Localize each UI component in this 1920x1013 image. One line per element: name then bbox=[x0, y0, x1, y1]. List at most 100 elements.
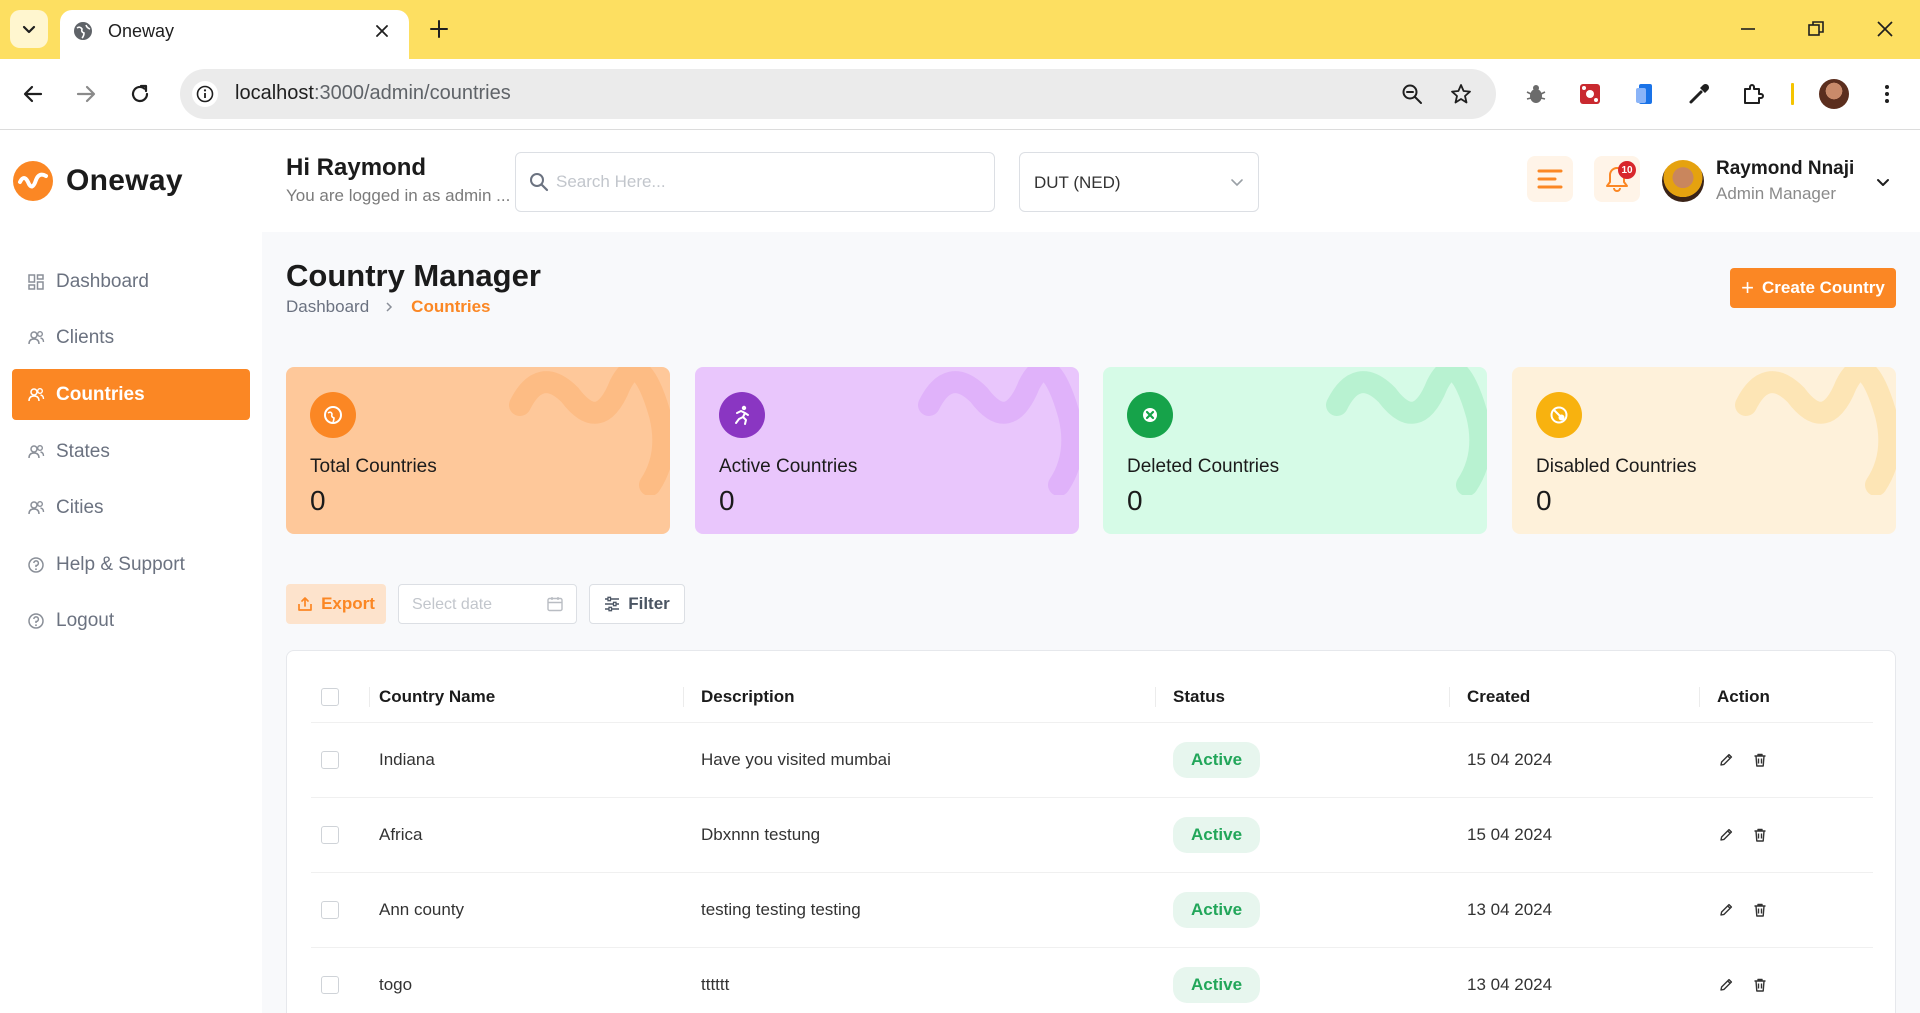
country-name-cell: Indiana bbox=[379, 750, 435, 769]
action-cell bbox=[1699, 901, 1873, 919]
date-placeholder: Select date bbox=[412, 596, 493, 613]
stat-card-total: Total Countries 0 bbox=[286, 367, 670, 534]
date-picker[interactable]: Select date bbox=[398, 584, 577, 624]
more-menu-icon[interactable] bbox=[1871, 78, 1903, 110]
filter-label: Filter bbox=[628, 594, 670, 613]
app-root: Oneway Dashboard Clients Countries State… bbox=[0, 130, 1920, 1013]
extensions-puzzle-icon[interactable] bbox=[1737, 78, 1769, 110]
url-path: :3000/admin/countries bbox=[313, 82, 511, 104]
header-cell-country-name[interactable]: Country Name bbox=[369, 671, 683, 723]
color-picker-icon[interactable] bbox=[1683, 78, 1715, 110]
calendar-icon bbox=[547, 597, 563, 612]
create-country-button[interactable]: + Create Country bbox=[1730, 268, 1896, 308]
tab-close-button[interactable] bbox=[369, 18, 395, 44]
row-checkbox[interactable] bbox=[321, 826, 339, 844]
currency-select[interactable]: DUT (NED) bbox=[1019, 152, 1259, 212]
disabled-icon bbox=[1536, 392, 1582, 438]
url-host: localhost bbox=[235, 82, 314, 104]
export-icon bbox=[297, 596, 313, 612]
minimize-button[interactable] bbox=[1733, 14, 1763, 44]
row-checkbox[interactable] bbox=[321, 976, 339, 994]
chevron-down-icon[interactable] bbox=[1873, 172, 1893, 192]
bookmark-star-icon[interactable] bbox=[1448, 81, 1474, 107]
arrow-right-icon bbox=[76, 85, 96, 103]
filter-button[interactable]: Filter bbox=[589, 584, 685, 624]
tab-title: Oneway bbox=[108, 21, 175, 41]
sliders-icon bbox=[604, 596, 620, 612]
forward-button[interactable] bbox=[68, 76, 104, 112]
greeting-subtitle: You are logged in as admin ... bbox=[286, 186, 511, 205]
delete-icon[interactable] bbox=[1751, 826, 1769, 844]
sidebar-item-label: Clients bbox=[56, 326, 115, 348]
new-tab-button[interactable] bbox=[424, 14, 454, 44]
menu-icon bbox=[1537, 169, 1563, 189]
notifications-button[interactable]: 10 bbox=[1594, 156, 1640, 202]
stat-card-disabled: Disabled Countries 0 bbox=[1512, 367, 1896, 534]
address-bar[interactable]: localhost:3000/admin/countries bbox=[180, 69, 1496, 119]
sidebar-item-help-support[interactable]: Help & Support bbox=[12, 539, 250, 590]
row-checkbox[interactable] bbox=[321, 751, 339, 769]
edit-icon[interactable] bbox=[1717, 976, 1735, 994]
restore-icon bbox=[1808, 21, 1824, 36]
stat-label: Active Countries bbox=[719, 456, 858, 477]
browser-tab[interactable]: Oneway bbox=[60, 10, 409, 59]
user-role: Admin Manager bbox=[1716, 184, 1837, 203]
header-cell-status[interactable]: Status bbox=[1155, 671, 1449, 723]
edit-icon[interactable] bbox=[1717, 826, 1735, 844]
delete-icon[interactable] bbox=[1751, 751, 1769, 769]
zoom-icon[interactable] bbox=[1399, 81, 1425, 107]
avatar[interactable] bbox=[1662, 160, 1704, 202]
reload-icon bbox=[131, 84, 149, 103]
country-name-cell: togo bbox=[379, 975, 413, 994]
sidebar-item-countries[interactable]: Countries bbox=[12, 369, 250, 420]
greeting: Hi Raymond You are logged in as admin ..… bbox=[286, 154, 510, 206]
back-button[interactable] bbox=[15, 76, 51, 112]
profile-avatar[interactable] bbox=[1819, 79, 1849, 109]
search-input[interactable] bbox=[556, 165, 976, 199]
url-text: localhost:3000/admin/countries bbox=[235, 82, 511, 105]
stat-value: 0 bbox=[310, 485, 326, 516]
red-extension-icon[interactable] bbox=[1574, 78, 1606, 110]
export-button[interactable]: Export bbox=[286, 584, 386, 624]
header-cell-created[interactable]: Created bbox=[1449, 671, 1699, 723]
table-row: Indiana Have you visited mumbai Active 1… bbox=[311, 723, 1873, 798]
brand[interactable]: Oneway bbox=[12, 160, 183, 202]
menu-toggle-button[interactable] bbox=[1527, 156, 1573, 202]
decorative-swoosh bbox=[1326, 367, 1487, 495]
users-icon bbox=[26, 385, 46, 405]
action-cell bbox=[1699, 976, 1873, 994]
sidebar-item-states[interactable]: States bbox=[12, 426, 250, 477]
reload-button[interactable] bbox=[122, 76, 158, 112]
header-cell-description[interactable]: Description bbox=[683, 671, 1155, 723]
delete-icon[interactable] bbox=[1751, 901, 1769, 919]
users-icon bbox=[26, 328, 46, 348]
decorative-swoosh bbox=[1735, 367, 1896, 495]
row-select-cell bbox=[311, 826, 369, 844]
bug-extension-icon[interactable] bbox=[1520, 78, 1552, 110]
close-window-button[interactable] bbox=[1870, 14, 1900, 44]
sidebar-item-label: Cities bbox=[56, 496, 104, 518]
sidebar-item-logout[interactable]: Logout bbox=[12, 595, 250, 646]
delete-icon[interactable] bbox=[1751, 976, 1769, 994]
stat-card-deleted: Deleted Countries 0 bbox=[1103, 367, 1487, 534]
sidebar-item-label: Countries bbox=[56, 383, 145, 405]
restore-button[interactable] bbox=[1801, 14, 1831, 44]
tab-search-button[interactable] bbox=[10, 10, 48, 48]
status-cell: Active bbox=[1155, 742, 1449, 778]
breadcrumb-dashboard[interactable]: Dashboard bbox=[286, 297, 369, 317]
plus-icon: + bbox=[1741, 275, 1755, 300]
table-row: Ann county testing testing testing Activ… bbox=[311, 873, 1873, 948]
stat-label: Total Countries bbox=[310, 456, 437, 477]
edit-icon[interactable] bbox=[1717, 751, 1735, 769]
device-extension-icon[interactable] bbox=[1629, 78, 1661, 110]
sidebar-item-clients[interactable]: Clients bbox=[12, 312, 250, 363]
sidebar: Oneway Dashboard Clients Countries State… bbox=[0, 130, 262, 1013]
sidebar-item-dashboard[interactable]: Dashboard bbox=[12, 256, 250, 307]
edit-icon[interactable] bbox=[1717, 901, 1735, 919]
action-cell bbox=[1699, 751, 1873, 769]
row-checkbox[interactable] bbox=[321, 901, 339, 919]
site-info-icon[interactable] bbox=[192, 81, 218, 107]
sidebar-item-cities[interactable]: Cities bbox=[12, 482, 250, 533]
minimize-icon bbox=[1741, 28, 1755, 30]
select-all-checkbox[interactable] bbox=[321, 687, 339, 706]
